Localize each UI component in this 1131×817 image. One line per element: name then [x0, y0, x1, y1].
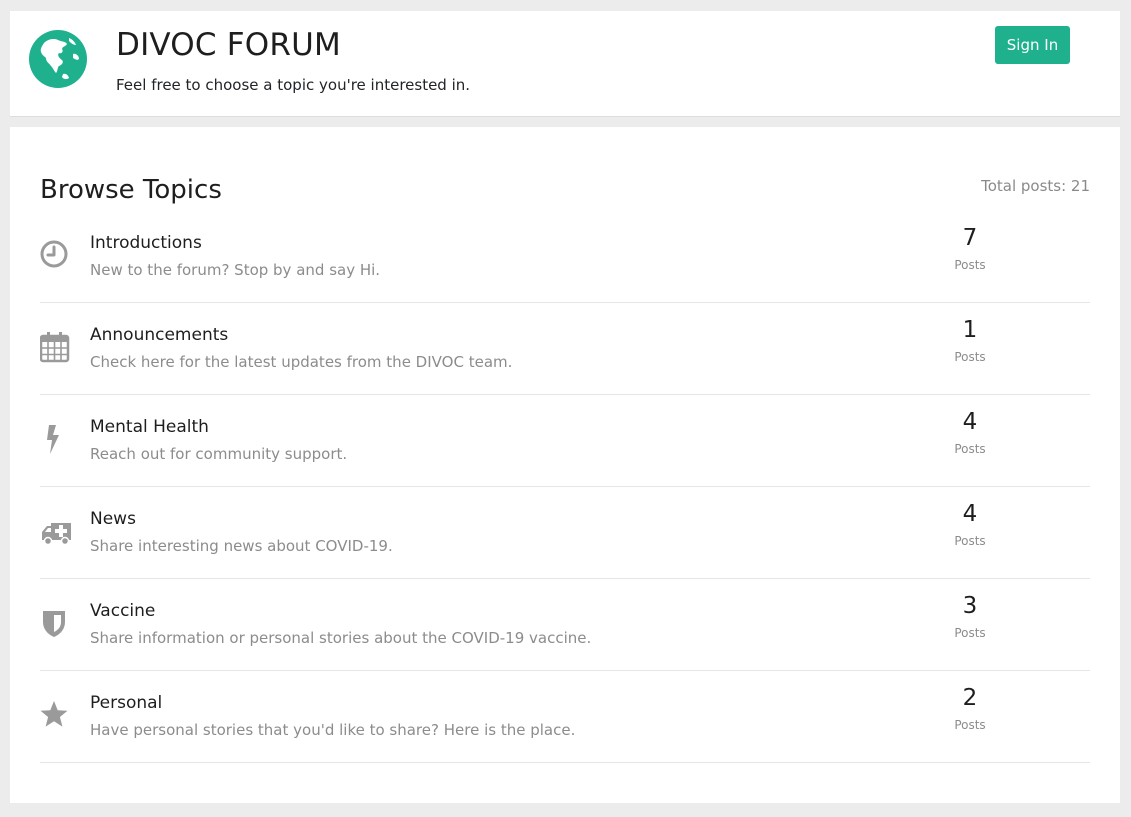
site-title: DIVOC FORUM — [116, 27, 341, 63]
post-count-label: Posts — [954, 258, 986, 272]
post-count-label: Posts — [954, 626, 986, 640]
clock-icon — [40, 239, 70, 271]
post-count-label: Posts — [954, 718, 986, 732]
globe-icon — [29, 30, 87, 88]
ambulance-icon — [40, 515, 71, 547]
site-subtitle: Feel free to choose a topic you're inter… — [116, 76, 471, 94]
site-header: DIVOC FORUM Feel free to choose a topic … — [10, 11, 1120, 117]
topic-title[interactable]: Vaccine — [90, 601, 155, 621]
total-posts-text: Total posts: 21 — [981, 177, 1090, 195]
post-count: 4 — [962, 501, 978, 527]
shield-icon — [40, 607, 70, 639]
calendar-icon — [40, 331, 70, 363]
total-posts: Total posts: 21 — [981, 177, 1090, 195]
post-count: 4 — [962, 409, 978, 435]
topic-description: Share information or personal stories ab… — [90, 629, 592, 647]
post-count: 1 — [962, 317, 978, 343]
post-count: 2 — [962, 685, 978, 711]
bolt-icon — [40, 423, 70, 455]
topic-description: Reach out for community support. — [90, 445, 348, 463]
post-count: 7 — [962, 225, 978, 251]
topics-panel: Browse Topics Total posts: 21 Introducti… — [10, 127, 1120, 803]
topic-title[interactable]: Announcements — [90, 325, 228, 345]
topic-row[interactable]: Mental Health Reach out for community su… — [40, 395, 1090, 487]
topic-title[interactable]: Personal — [90, 693, 162, 713]
topic-row[interactable]: News Share interesting news about COVID-… — [40, 487, 1090, 579]
topic-row[interactable]: Personal Have personal stories that you'… — [40, 671, 1090, 763]
post-count-label: Posts — [954, 350, 986, 364]
sign-in-button[interactable]: Sign In — [995, 26, 1070, 64]
topic-description: Have personal stories that you'd like to… — [90, 721, 576, 739]
topic-row[interactable]: Introductions New to the forum? Stop by … — [40, 211, 1090, 303]
post-count: 3 — [962, 593, 978, 619]
post-count-label: Posts — [954, 534, 986, 548]
topic-title[interactable]: News — [90, 509, 136, 529]
topic-description: Share interesting news about COVID-19. — [90, 537, 393, 555]
post-count-label: Posts — [954, 442, 986, 456]
topic-title[interactable]: Introductions — [90, 233, 202, 253]
topic-description: Check here for the latest updates from t… — [90, 353, 513, 371]
topic-row[interactable]: Announcements Check here for the latest … — [40, 303, 1090, 395]
page-title: Browse Topics — [40, 175, 222, 205]
topic-list: Introductions New to the forum? Stop by … — [40, 211, 1090, 763]
star-icon — [40, 699, 70, 731]
topic-description: New to the forum? Stop by and say Hi. — [90, 261, 381, 279]
topic-title[interactable]: Mental Health — [90, 417, 209, 437]
topic-row[interactable]: Vaccine Share information or personal st… — [40, 579, 1090, 671]
